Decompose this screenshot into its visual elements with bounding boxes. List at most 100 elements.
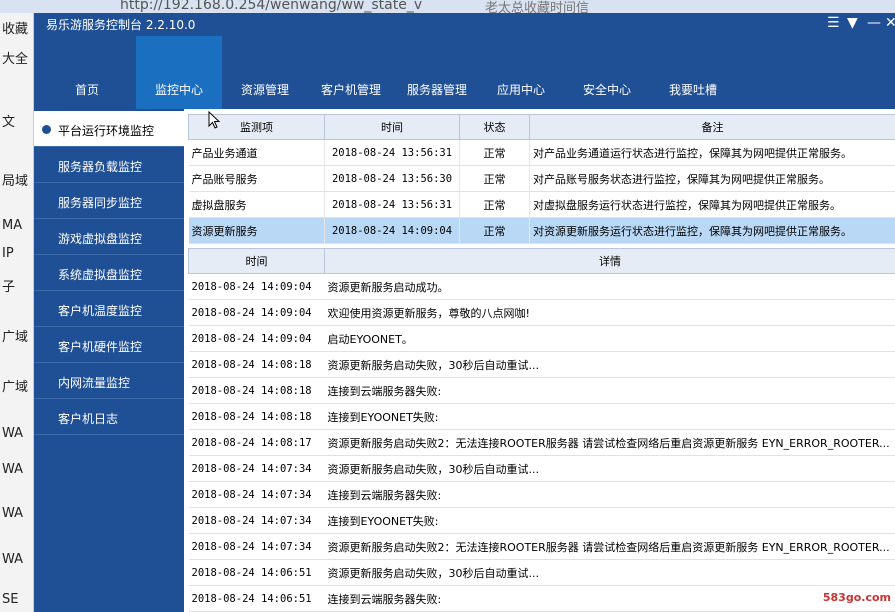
table-row[interactable]: 2018-08-24 14:08:18 连接到EYOONET失败: bbox=[188, 403, 895, 430]
skin-icon[interactable]: ☰ bbox=[827, 15, 840, 31]
nav-item-monitor[interactable]: 客户机管理 bbox=[308, 36, 394, 109]
background-text: SE bbox=[2, 592, 19, 607]
table-cell: 资源更新服务启动成功。 bbox=[324, 273, 895, 300]
table-cell: 正常 bbox=[459, 191, 530, 218]
nav-item-label: 资源管理 bbox=[240, 83, 289, 97]
nav-item-label: 客户机管理 bbox=[320, 83, 381, 97]
table-row[interactable]: 2018-08-24 14:07:34 连接到云端服务器失败: bbox=[188, 481, 895, 508]
column-header[interactable]: 备注 bbox=[529, 114, 895, 140]
table-cell: 连接到EYOONET失败: bbox=[324, 403, 895, 430]
close-icon[interactable]: ✕ bbox=[885, 15, 895, 31]
table-cell: 2018-08-24 14:07:34 bbox=[188, 455, 325, 482]
gamepad-icon bbox=[249, 44, 281, 76]
table-cell: 连接到云端服务器失败: bbox=[324, 377, 895, 404]
sidebar-item[interactable]: 系统虚拟盘监控 bbox=[34, 255, 184, 291]
background-text: 广域 bbox=[2, 330, 29, 345]
table-row[interactable]: 虚拟盘服务 2018-08-24 13:56:31 正常 对虚拟盘服务运行状态进行监控… bbox=[188, 191, 895, 218]
table-cell: 2018-08-24 14:09:04 bbox=[324, 217, 460, 244]
nav-item-label: 应用中心 bbox=[496, 83, 545, 97]
table-row[interactable]: 2018-08-24 14:06:51 资源更新服务启动失败，30秒后自动重试..… bbox=[188, 559, 895, 586]
sidebar-item-label: 内网流量监控 bbox=[58, 376, 131, 390]
table-cell: 2018-08-24 14:07:34 bbox=[188, 533, 325, 560]
table-row[interactable]: 2018-08-24 14:08:18 资源更新服务启动失败，30秒后自动重试..… bbox=[188, 351, 895, 378]
table-row[interactable]: 2018-08-24 14:09:04 欢迎使用资源更新服务，尊敬的八点网咖! bbox=[188, 299, 895, 326]
title-bar: 易乐游服务控制台 2.2.10.0 ☰ ▼ — ✕ bbox=[34, 13, 895, 36]
table-cell: 正常 bbox=[459, 139, 530, 166]
nav-item-toolbox[interactable]: 应用中心 bbox=[478, 36, 564, 109]
table-cell: 2018-08-24 14:08:18 bbox=[188, 351, 325, 378]
sidebar-item[interactable]: 客户机温度监控 bbox=[34, 291, 184, 327]
table-row[interactable]: 2018-08-24 14:07:34 资源更新服务启动失败2：无法连接ROOTE… bbox=[188, 533, 895, 560]
table-cell: 对产品账号服务状态进行监控，保障其为网吧提供正常服务。 bbox=[529, 165, 895, 192]
table-row[interactable]: 2018-08-24 14:09:04 资源更新服务启动成功。 bbox=[188, 273, 895, 300]
table-cell: 2018-08-24 13:56:30 bbox=[324, 165, 460, 192]
table-cell: 对虚拟盘服务运行状态进行监控，保障其为网吧提供正常服务。 bbox=[529, 191, 895, 218]
table-cell: 2018-08-24 14:08:17 bbox=[188, 429, 325, 456]
table-cell: 启动EYOONET。 bbox=[324, 325, 895, 352]
sidebar-item-label: 客户机硬件监控 bbox=[58, 340, 143, 354]
monitor-table-header: 监测项 时间 状态 备注 bbox=[188, 114, 895, 140]
background-text: 收藏 bbox=[2, 22, 29, 37]
background-text: 大全 bbox=[2, 52, 29, 67]
table-cell: 虚拟盘服务 bbox=[188, 191, 325, 218]
sidebar-item[interactable]: 客户机硬件监控 bbox=[34, 327, 184, 363]
sidebar-item[interactable]: 平台运行环境监控 bbox=[34, 111, 184, 147]
nav-item-eye[interactable]: 监控中心 bbox=[136, 36, 222, 109]
sidebar-item-label: 服务器负载监控 bbox=[58, 160, 143, 174]
sidebar-item[interactable]: 客户机日志 bbox=[34, 399, 184, 435]
browser-background-page: 收藏 大全文局域 MA IP 子广域 广域 WA WA WA WA SE bbox=[0, 13, 34, 612]
background-text: IP bbox=[2, 246, 14, 261]
nav-item-home[interactable]: 首页 bbox=[44, 36, 130, 109]
table-cell: 2018-08-24 14:07:34 bbox=[188, 481, 325, 508]
monitor-table-body: 产品业务通道 2018-08-24 13:56:31 正常 对产品业务通道运行状态进行… bbox=[188, 139, 895, 244]
minimize-icon[interactable]: — bbox=[867, 15, 881, 31]
background-text: 文 bbox=[2, 115, 16, 130]
sidebar-item-label: 客户机温度监控 bbox=[58, 304, 143, 318]
sidebar-item[interactable]: 游戏虚拟盘监控 bbox=[34, 219, 184, 255]
column-header[interactable]: 详情 bbox=[324, 248, 895, 274]
table-row[interactable]: 资源更新服务 2018-08-24 14:09:04 正常 对资源更新服务运行状态进行… bbox=[188, 217, 895, 244]
nav-item-chat[interactable]: 我要吐槽 bbox=[650, 36, 736, 109]
menu-dropdown-icon[interactable]: ▼ bbox=[847, 15, 858, 31]
table-cell: 对资源更新服务运行状态进行监控，保障其为网吧提供正常服务。 bbox=[529, 217, 895, 244]
table-cell: 2018-08-24 14:06:51 bbox=[188, 585, 325, 612]
mouse-cursor-icon bbox=[208, 111, 220, 129]
nav-item-label: 首页 bbox=[74, 83, 99, 97]
sidebar-item[interactable]: 内网流量监控 bbox=[34, 363, 184, 399]
table-row[interactable]: 产品账号服务 2018-08-24 13:56:30 正常 对产品账号服务状态进行监控… bbox=[188, 165, 895, 192]
nav-item-gamepad[interactable]: 资源管理 bbox=[222, 36, 308, 109]
nav-item-label: 服务器管理 bbox=[406, 83, 467, 97]
toolbox-icon bbox=[505, 44, 537, 76]
table-cell: 资源更新服务启动失败，30秒后自动重试... bbox=[324, 351, 895, 378]
table-cell: 资源更新服务 bbox=[188, 217, 325, 244]
column-header[interactable]: 时间 bbox=[188, 248, 325, 274]
table-row[interactable]: 产品业务通道 2018-08-24 13:56:31 正常 对产品业务通道运行状态进行… bbox=[188, 139, 895, 166]
background-text: 广域 bbox=[2, 380, 29, 395]
top-nav: 首页 监控中心 资源管理 客户机管理 服务器管理 应用中心 安全中心 我要吐槽 bbox=[34, 36, 895, 109]
table-row[interactable]: 2018-08-24 14:08:17 资源更新服务启动失败2：无法连接ROOTE… bbox=[188, 429, 895, 456]
window-title: 易乐游服务控制台 2.2.10.0 bbox=[46, 18, 196, 32]
table-cell: 产品业务通道 bbox=[188, 139, 325, 166]
sidebar-item[interactable]: 服务器同步监控 bbox=[34, 183, 184, 219]
table-cell: 产品账号服务 bbox=[188, 165, 325, 192]
sidebar-item-label: 服务器同步监控 bbox=[58, 196, 143, 210]
nav-item-server[interactable]: 服务器管理 bbox=[394, 36, 480, 109]
sidebar-item-label: 平台运行环境监控 bbox=[58, 124, 155, 138]
table-row[interactable]: 2018-08-24 14:08:18 连接到云端服务器失败: bbox=[188, 377, 895, 404]
watermark: 583go.com bbox=[822, 591, 891, 604]
table-row[interactable]: 2018-08-24 14:07:34 资源更新服务启动失败，30秒后自动重试..… bbox=[188, 455, 895, 482]
nav-item-label: 我要吐槽 bbox=[668, 83, 717, 97]
sidebar-item[interactable]: 服务器负载监控 bbox=[34, 147, 184, 183]
table-cell: 2018-08-24 14:09:04 bbox=[188, 325, 325, 352]
column-header[interactable]: 时间 bbox=[324, 114, 460, 140]
nav-item-shield[interactable]: 安全中心 bbox=[564, 36, 650, 109]
sidebar-item-label: 游戏虚拟盘监控 bbox=[58, 232, 143, 246]
table-row[interactable]: 2018-08-24 14:07:34 连接到EYOONET失败: bbox=[188, 507, 895, 534]
browser-url[interactable]: http://192.168.0.254/wenwang/ww_state_v bbox=[120, 0, 422, 13]
table-cell: 2018-08-24 14:09:04 bbox=[188, 273, 325, 300]
table-row[interactable]: 2018-08-24 14:09:04 启动EYOONET。 bbox=[188, 325, 895, 352]
background-text: WA bbox=[2, 426, 24, 441]
table-cell: 资源更新服务启动失败，30秒后自动重试... bbox=[324, 559, 895, 586]
column-header[interactable]: 状态 bbox=[459, 114, 530, 140]
table-row[interactable]: 2018-08-24 14:06:51 连接到云端服务器失败: bbox=[188, 585, 895, 612]
